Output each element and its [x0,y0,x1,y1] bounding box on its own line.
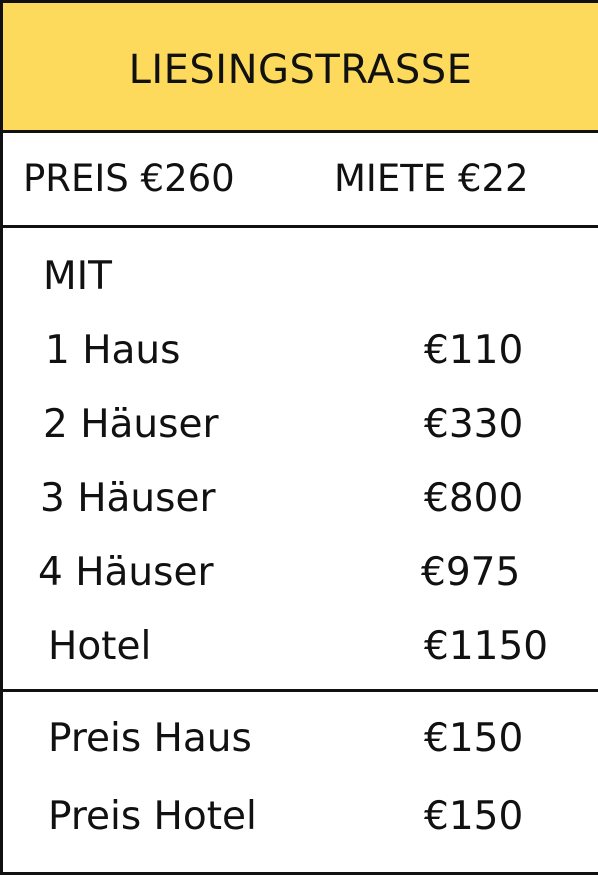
property-card: LIESINGSTRASSE PREIS €260 MIETE €22 MIT … [0,0,598,875]
building-costs: Preis Haus €150 Preis Hotel €150 [3,692,598,875]
price-rent-row: PREIS €260 MIETE €22 [3,133,598,228]
rent-row-label: 2 Häuser [43,402,219,447]
rent-row-value: €330 [424,402,524,447]
property-title: LIESINGSTRASSE [128,46,473,93]
rent-row-value: €110 [424,328,524,373]
cost-row-value: €150 [424,794,524,839]
purchase-price: PREIS €260 [23,157,235,200]
card-header: LIESINGSTRASSE [3,3,598,133]
rent-row-label: 1 Haus [45,328,181,373]
cost-row-value: €150 [424,716,524,761]
rent-table-header: MIT [43,254,112,299]
rent-row-label: 3 Häuser [40,476,216,521]
rent-row-label: Hotel [48,624,152,669]
rent-table: MIT 1 Haus €110 2 Häuser €330 3 Häuser €… [3,228,598,692]
rent-row-value: €800 [424,476,524,521]
base-rent: MIETE €22 [334,157,529,200]
rent-row-label: 4 Häuser [38,550,214,595]
cost-row-label: Preis Haus [48,716,252,761]
rent-row-value: €975 [421,550,521,595]
cost-row-label: Preis Hotel [48,794,257,839]
rent-row-value: €1150 [424,624,549,669]
